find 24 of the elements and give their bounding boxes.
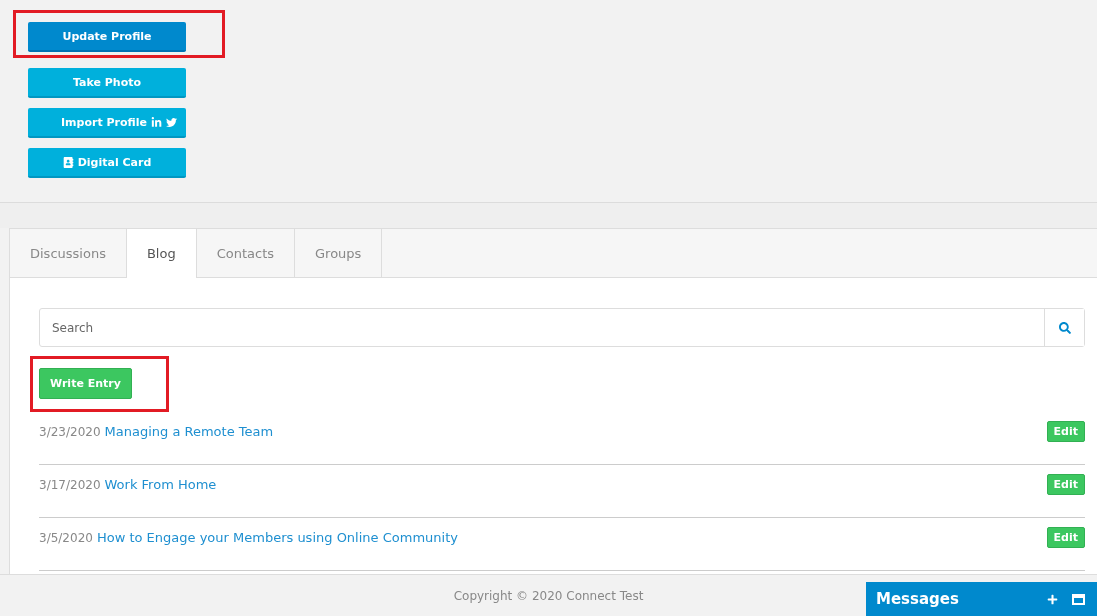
linkedin-icon [150,116,162,128]
entry-title-link[interactable]: How to Engage your Members using Online Community [96,530,458,545]
contact-card-icon [62,156,74,168]
entry-date: 3/17/2020 [39,478,101,492]
search-button[interactable] [1044,309,1084,346]
edit-button[interactable]: Edit [1046,421,1085,442]
twitter-icon [165,116,177,128]
plus-icon[interactable] [1047,593,1058,605]
messages-bar[interactable]: Messages [866,582,1097,616]
profile-button[interactable]: Import Profile [28,108,186,138]
entry-date: 3/23/2020 [39,425,101,439]
profile-button[interactable]: Digital Card [28,148,186,178]
window-icon[interactable] [1072,593,1085,605]
edit-button[interactable]: Edit [1046,527,1085,548]
profile-button[interactable]: Update Profile [28,22,186,52]
entry-date: 3/5/2020 [39,531,93,545]
copyright-text: Copyright © 2020 Connect Test [453,589,644,603]
search-icon [1058,321,1071,334]
entry-title-link[interactable]: Managing a Remote Team [104,424,274,439]
entry-title-link[interactable]: Work From Home [104,477,217,492]
write-entry-button[interactable]: Write Entry [39,368,132,399]
tab[interactable]: Blog [126,229,197,278]
edit-button[interactable]: Edit [1046,474,1085,495]
profile-button[interactable]: Take Photo [28,68,186,98]
